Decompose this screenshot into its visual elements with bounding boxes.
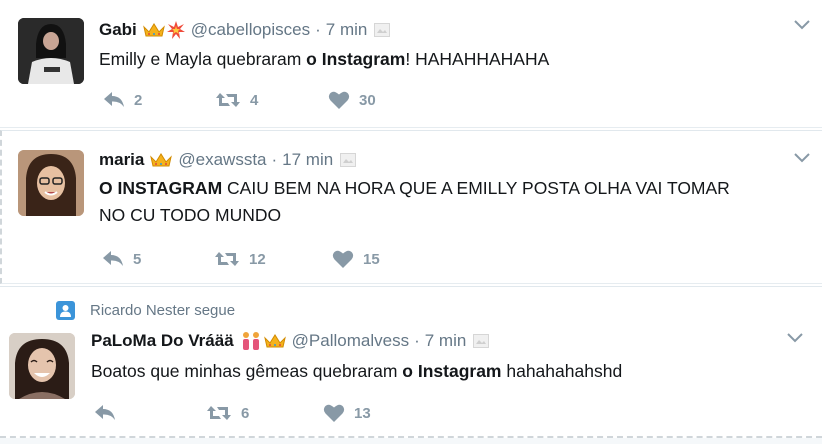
display-name[interactable]: Gabi xyxy=(99,20,137,40)
tweet-text: Boatos que minhas gêmeas quebraram o Ins… xyxy=(91,358,622,385)
tweet-text-part: Boatos que minhas gêmeas quebraram xyxy=(91,361,403,381)
tweet-text-bold: O INSTAGRAM xyxy=(99,178,223,198)
tweet-header: Gabi @cabellopisces · 7 min xyxy=(99,20,391,40)
tweet-actions: 6 13 xyxy=(94,403,371,423)
like-count: 15 xyxy=(363,250,380,268)
tweet-text-part: hahahahahshd xyxy=(501,361,623,381)
retweet-button[interactable]: 4 xyxy=(215,91,328,109)
tweet-header: maria @exawssta · 17 min xyxy=(99,150,357,170)
tweet-text-line: NO CU TODO MUNDO xyxy=(99,205,282,225)
reply-button[interactable] xyxy=(94,404,206,422)
retweet-icon xyxy=(207,406,231,420)
people-emoji-icon xyxy=(242,332,259,350)
crown-emoji-icon xyxy=(142,23,165,37)
retweet-icon xyxy=(216,93,240,107)
social-context: Ricardo Nester segue xyxy=(56,301,235,320)
reply-button[interactable]: 5 xyxy=(102,250,214,268)
display-name[interactable]: maria xyxy=(99,150,144,170)
tweet-text-part: Emilly e Mayla quebraram xyxy=(99,49,307,69)
retweet-button[interactable]: 6 xyxy=(206,404,323,422)
reply-count: 5 xyxy=(133,250,142,268)
avatar[interactable] xyxy=(9,333,75,399)
tweet-text-part: ! HAHAHHAHAHA xyxy=(405,49,550,69)
timestamp[interactable]: 7 min xyxy=(326,20,368,40)
reply-icon xyxy=(95,405,115,420)
like-count: 13 xyxy=(354,404,371,422)
like-icon xyxy=(328,91,350,109)
reply-icon xyxy=(104,92,124,107)
reply-count: 2 xyxy=(134,91,143,109)
timestamp[interactable]: 7 min xyxy=(425,331,467,351)
separator-dot: · xyxy=(414,331,420,350)
user-handle[interactable]: @Pallomalvess xyxy=(292,331,409,351)
chevron-down-icon[interactable] xyxy=(794,153,810,163)
retweet-count: 6 xyxy=(241,404,250,422)
chevron-down-icon[interactable] xyxy=(794,20,810,30)
like-icon xyxy=(323,404,345,422)
tweet-text: Emilly e Mayla quebraram o Instagram! HA… xyxy=(99,46,549,73)
tweet-card[interactable]: Ricardo Nester segue PaLoMa Do Vráää @Pa… xyxy=(0,286,822,436)
tweet-card[interactable]: maria @exawssta · 17 min O INSTAGRAM CAI… xyxy=(0,130,822,284)
divider xyxy=(0,438,822,444)
user-follow-icon xyxy=(56,301,75,320)
reply-icon xyxy=(103,251,123,266)
separator-dot: · xyxy=(271,150,278,169)
name-emojis xyxy=(142,21,185,39)
user-handle[interactable]: @cabellopisces xyxy=(191,20,310,40)
name-emojis xyxy=(150,153,173,167)
tweet-text-bold: o Instagram xyxy=(306,49,406,69)
avatar[interactable] xyxy=(18,18,84,84)
like-count: 30 xyxy=(359,91,376,109)
like-button[interactable]: 30 xyxy=(328,90,376,110)
timestamp[interactable]: 17 min xyxy=(282,150,333,170)
retweet-icon xyxy=(215,252,239,266)
chevron-down-icon[interactable] xyxy=(787,333,803,343)
crown-emoji-icon xyxy=(150,153,173,167)
tweet-text: O INSTAGRAM CAIU BEM NA HORA QUE A EMILL… xyxy=(99,175,730,229)
name-emojis xyxy=(240,331,286,351)
display-name[interactable]: PaLoMa Do Vráää xyxy=(91,331,234,351)
tweet-actions: 5 12 15 xyxy=(102,249,380,269)
placeholder-image-icon xyxy=(340,153,357,167)
placeholder-image-icon xyxy=(473,334,490,348)
tweet-text-bold: o Instagram xyxy=(402,361,502,381)
reply-button[interactable]: 2 xyxy=(103,91,215,109)
tweet-text-line: O INSTAGRAM CAIU BEM NA HORA QUE A EMILL… xyxy=(99,175,730,202)
crown-emoji-icon xyxy=(263,334,286,348)
avatar[interactable] xyxy=(18,150,84,216)
timeline-feed: Gabi @cabellopisces · 7 min Emilly e May… xyxy=(0,0,822,444)
retweet-count: 4 xyxy=(250,91,259,109)
user-handle[interactable]: @exawssta xyxy=(178,150,266,170)
like-button[interactable]: 15 xyxy=(332,249,380,269)
retweet-button[interactable]: 12 xyxy=(214,250,332,268)
tweet-actions: 2 4 30 xyxy=(103,90,376,110)
like-icon xyxy=(332,250,354,268)
collision-emoji-icon xyxy=(166,21,185,39)
tweet-text-part: CAIU BEM NA HORA QUE A EMILLY POSTA OLHA… xyxy=(222,178,730,198)
tweet-header: PaLoMa Do Vráää @Pallomalvess · 7 min xyxy=(91,331,490,351)
like-button[interactable]: 13 xyxy=(323,403,371,423)
retweet-count: 12 xyxy=(249,250,266,268)
placeholder-image-icon xyxy=(374,23,391,37)
tweet-card[interactable]: Gabi @cabellopisces · 7 min Emilly e May… xyxy=(0,0,822,128)
social-context-text[interactable]: Ricardo Nester segue xyxy=(90,302,235,319)
separator-dot: · xyxy=(315,20,321,39)
